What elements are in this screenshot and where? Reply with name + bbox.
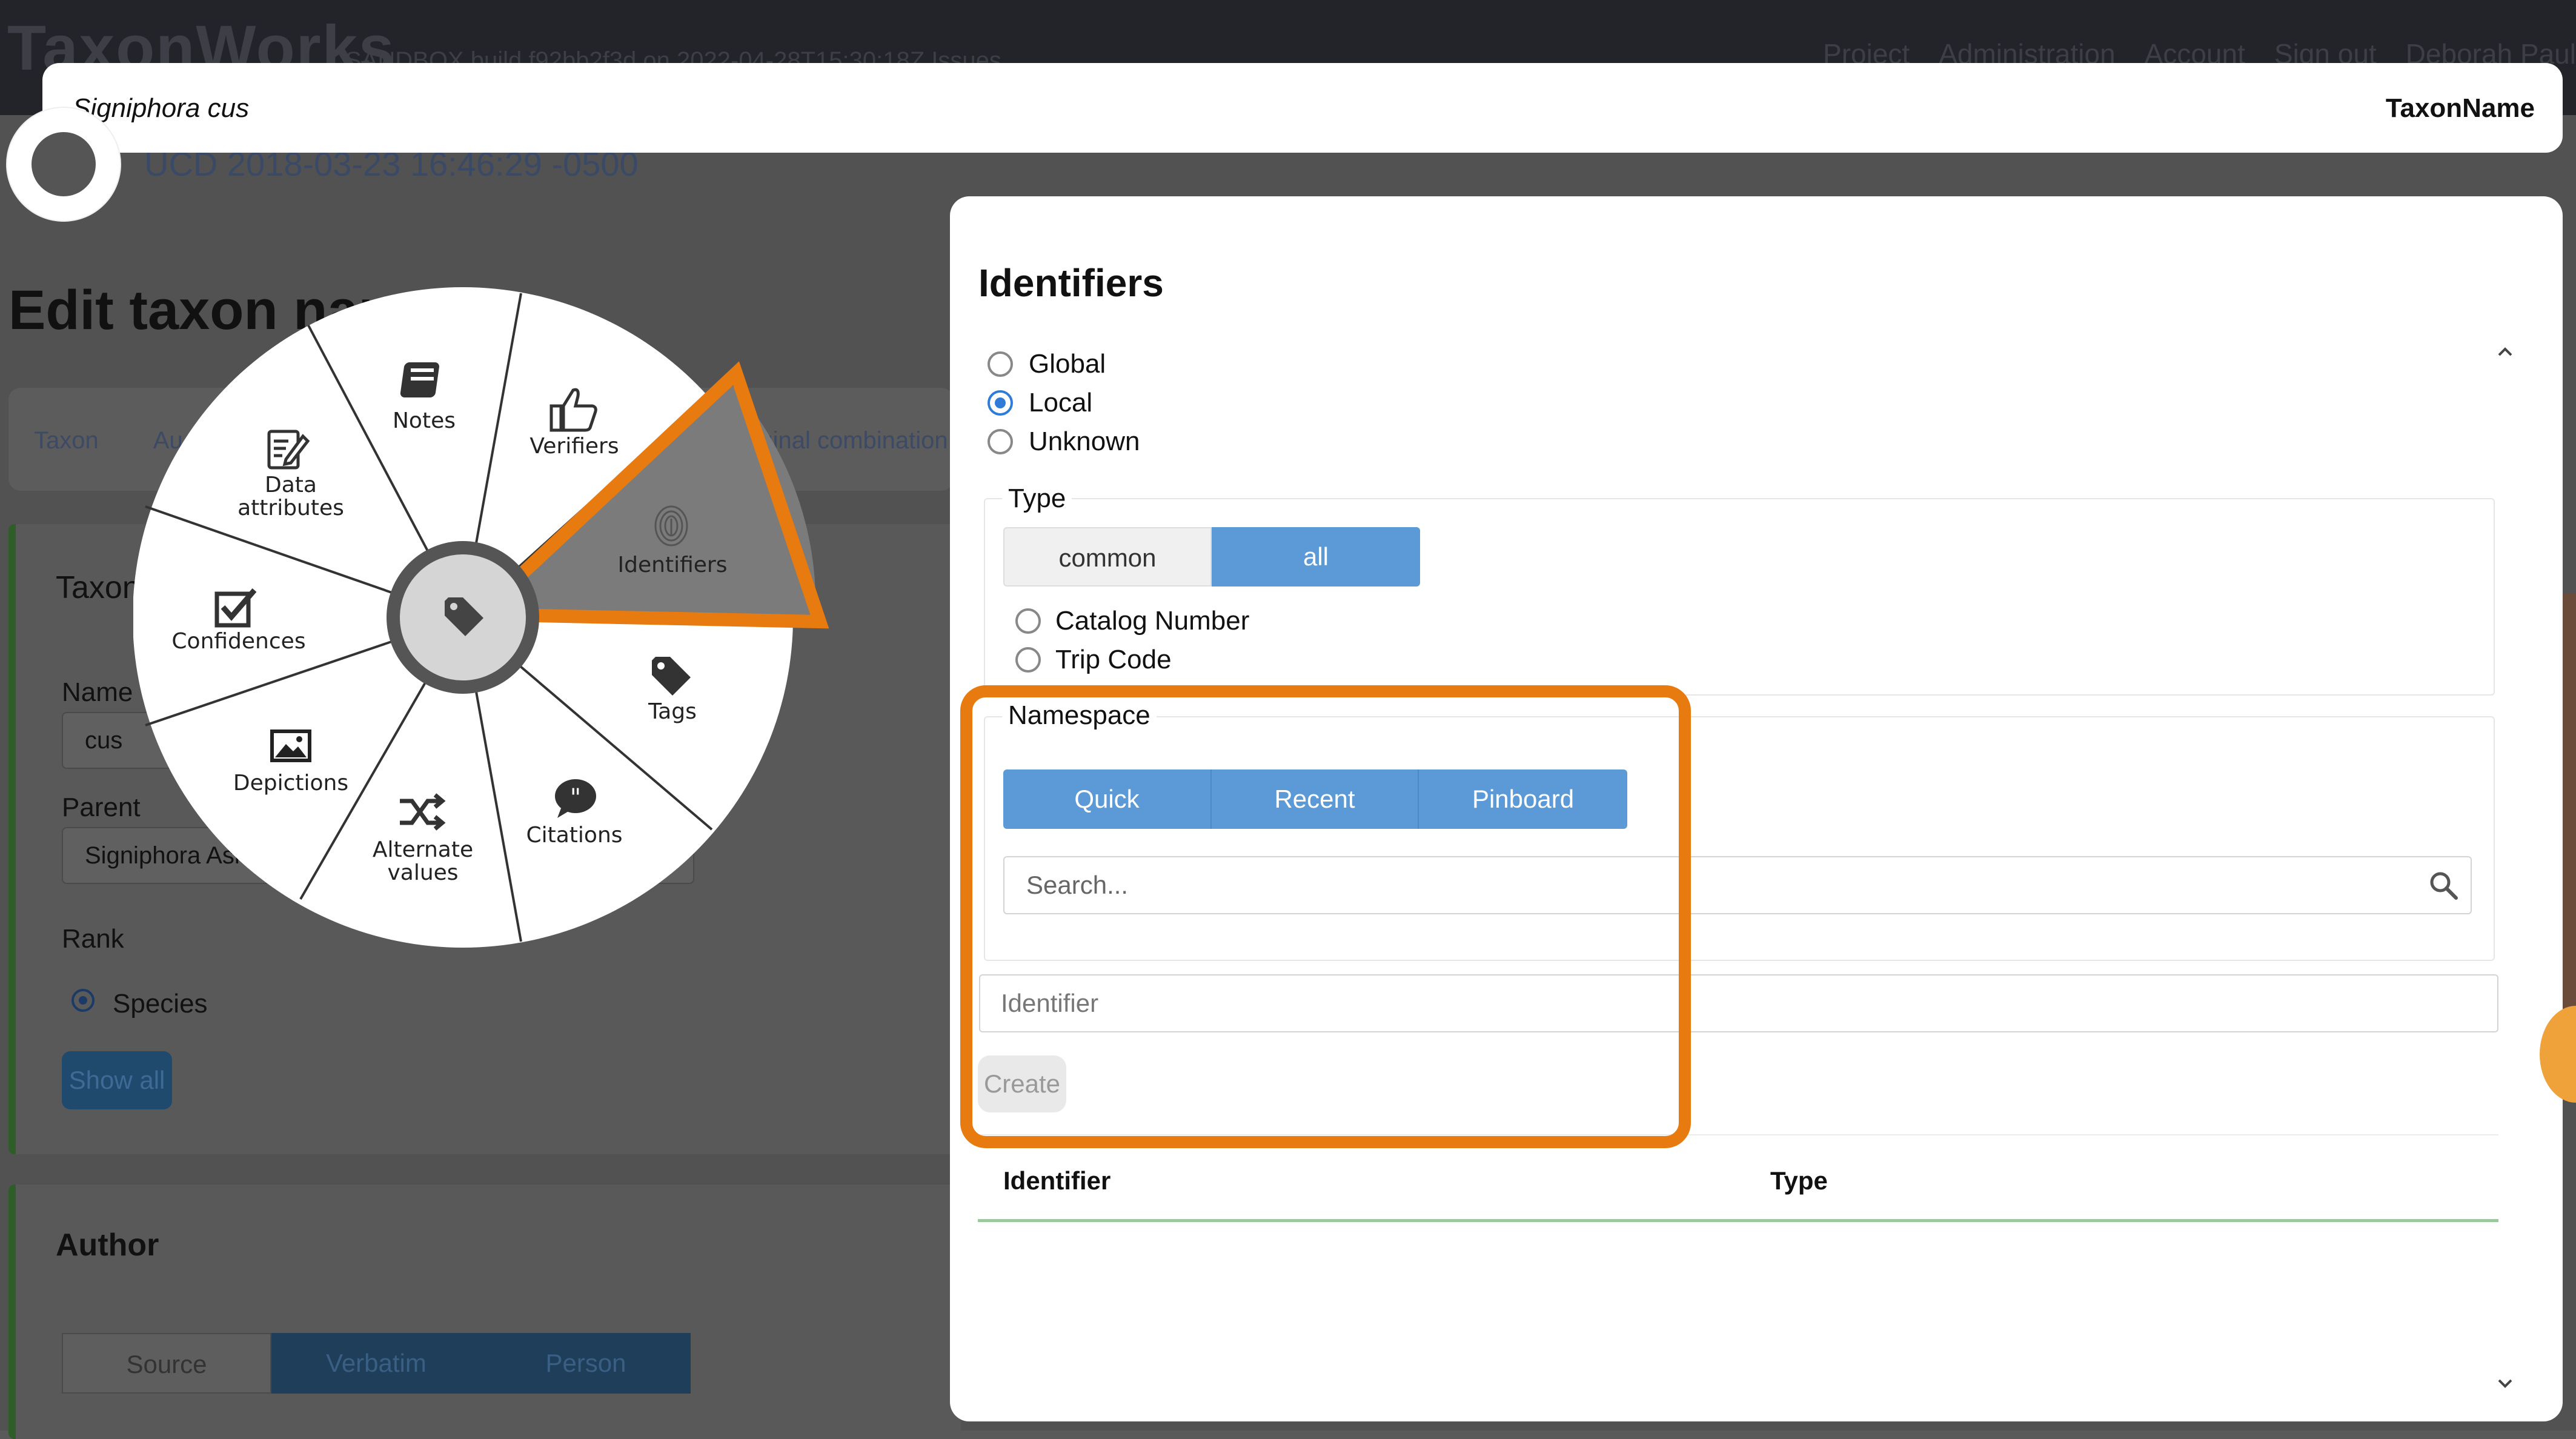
taxonworks-logo[interactable] <box>7 108 120 221</box>
menu-label-values: values <box>387 860 458 885</box>
name-value: cus <box>85 727 123 754</box>
object-type: TaxonName <box>2385 93 2535 123</box>
annotation-highlight-box <box>960 685 1691 1148</box>
column-header-identifier: Identifier <box>1003 1166 1111 1195</box>
type-radio-trip-code[interactable] <box>1015 647 1041 673</box>
menu-label-depictions: Depictions <box>233 771 348 796</box>
menu-label-attributes: attributes <box>237 496 344 520</box>
species-label: Species <box>113 989 208 1019</box>
menu-label-data: Data <box>265 473 317 497</box>
scope-radio-local[interactable] <box>988 390 1013 416</box>
type-legend: Type <box>1002 484 1072 514</box>
parent-label: Parent <box>62 793 141 822</box>
species-radio[interactable] <box>71 989 95 1012</box>
menu-label-identifiers: Identifiers <box>618 553 728 577</box>
author-card <box>8 1185 961 1439</box>
type-radio-catalog-number[interactable] <box>1015 608 1041 634</box>
show-all-button[interactable]: Show all <box>62 1051 172 1109</box>
type-common-button[interactable]: common <box>1003 527 1212 587</box>
scope-radio-unknown[interactable] <box>988 429 1013 454</box>
type-label-trip-code: Trip Code <box>1055 645 1172 674</box>
menu-label-notes: Notes <box>393 408 456 433</box>
rank-label: Rank <box>62 924 124 954</box>
menu-label-citations: Citations <box>526 823 622 848</box>
scope-label-unknown: Unknown <box>1029 427 1140 456</box>
image-icon <box>270 729 311 762</box>
search-icon[interactable] <box>2428 870 2458 900</box>
author-tab-verbatim[interactable]: Verbatim <box>271 1333 481 1394</box>
name-label: Name <box>62 677 133 707</box>
menu-label-tags: Tags <box>648 699 697 724</box>
svg-text:": " <box>570 784 581 812</box>
menu-label-confidences: Confidences <box>171 629 305 654</box>
panel-title: Identifiers <box>978 261 1164 305</box>
type-all-button[interactable]: all <box>1212 527 1420 587</box>
scope-label-local: Local <box>1029 388 1093 417</box>
taxon-card-title: Taxon <box>56 570 140 605</box>
menu-label-alternate: Alternate <box>373 837 473 862</box>
scroll-down-icon[interactable] <box>2498 1379 2512 1388</box>
author-tab-source[interactable]: Source <box>62 1333 271 1394</box>
logo-icon <box>32 132 96 196</box>
scope-label-global: Global <box>1029 349 1106 379</box>
menu-label-verifiers: Verifiers <box>529 434 619 459</box>
radial-annotator-menu: Notes Verifiers Identifiers Tags " Citat… <box>133 287 829 948</box>
radial-object-header <box>42 63 2563 153</box>
type-label-catalog-number: Catalog Number <box>1055 606 1250 636</box>
panel-scrollbar[interactable] <box>2496 343 2514 1397</box>
tab-taxon[interactable]: Taxon <box>34 427 99 454</box>
table-header-underline <box>978 1219 2498 1222</box>
scope-radio-global[interactable] <box>988 351 1013 377</box>
notebook-icon <box>400 362 439 397</box>
author-card-title: Author <box>56 1228 159 1263</box>
scroll-up-icon[interactable] <box>2498 347 2512 356</box>
author-tab-person[interactable]: Person <box>481 1333 691 1394</box>
object-label: Signiphora cus <box>73 93 250 123</box>
author-tabs: Source Verbatim Person <box>62 1333 691 1394</box>
column-header-type: Type <box>1770 1166 1828 1195</box>
